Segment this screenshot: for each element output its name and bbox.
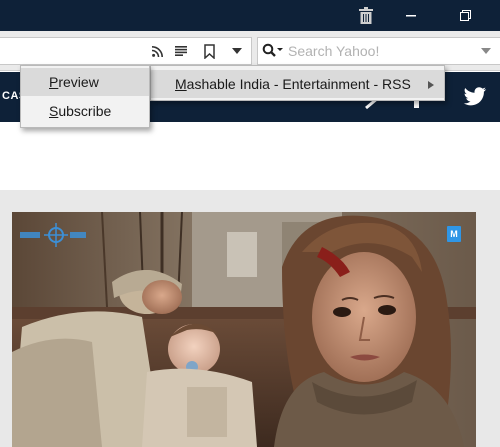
menu-item-preview[interactable]: Preview	[21, 68, 149, 96]
browser-window: CAS	[0, 0, 500, 447]
rss-icon[interactable]	[148, 38, 166, 64]
dropdown-icon[interactable]	[228, 38, 246, 64]
trash-icon[interactable]	[352, 0, 380, 31]
preview-label: review	[58, 74, 99, 90]
feed-submenu: Preview Subscribe	[20, 65, 150, 128]
subscribe-label: ubscribe	[58, 103, 112, 119]
search-dropdown-icon[interactable]	[478, 42, 494, 60]
url-bar[interactable]	[0, 37, 252, 65]
minimize-icon[interactable]	[398, 0, 424, 31]
feed-item-label: ashable India - Entertainment - RSS	[186, 76, 411, 92]
feed-item-accelerator: M	[175, 76, 187, 92]
reader-view-icon[interactable]	[172, 38, 190, 64]
search-bar[interactable]	[257, 37, 500, 65]
title-bar	[0, 0, 500, 31]
channel-logo	[18, 220, 88, 255]
submenu-arrow-icon	[428, 81, 434, 89]
preview-accelerator: P	[49, 74, 59, 90]
article-image[interactable]: M	[12, 212, 476, 447]
twitter-icon[interactable]	[462, 84, 488, 110]
search-engine-icon[interactable]	[262, 41, 286, 61]
subscribe-accelerator: S	[49, 103, 59, 119]
page-blank-area	[0, 122, 500, 190]
bookmark-icon[interactable]	[200, 38, 218, 64]
restore-icon[interactable]	[452, 0, 478, 31]
feed-context-menu: Mashable India - Entertainment - RSS	[150, 65, 445, 101]
menu-item-subscribe[interactable]: Subscribe	[21, 97, 149, 125]
search-input[interactable]	[288, 41, 468, 61]
mashable-badge: M	[447, 226, 461, 242]
menu-item-mashable-rss[interactable]: Mashable India - Entertainment - RSS	[151, 70, 444, 98]
